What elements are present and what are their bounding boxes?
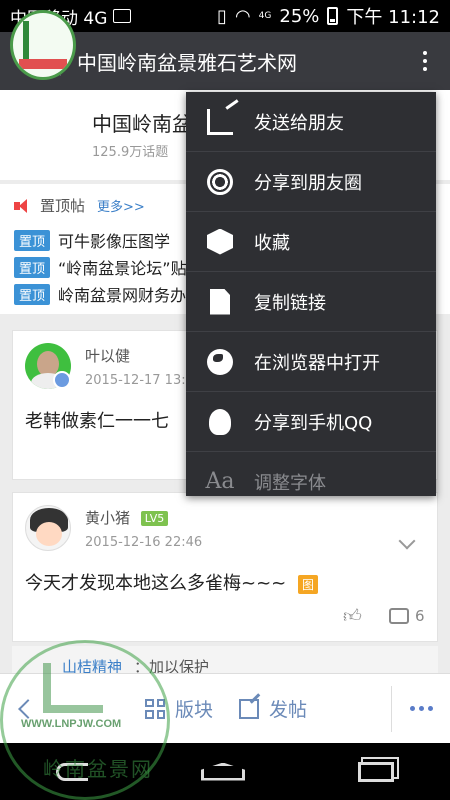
comment-icon — [389, 608, 409, 624]
globe-icon — [207, 348, 233, 375]
share-menu: 发送给朋友 分享到朋友圈 收藏 复制链接 在浏览器中打开 分享到手机QQ Aa … — [186, 92, 436, 496]
pinned-badge: 置顶 — [14, 256, 51, 278]
bottom-toolbar: 版块 发帖 — [0, 673, 450, 743]
menu-item-label: 分享到朋友圈 — [254, 172, 362, 194]
menu-item-share-qq[interactable]: 分享到手机QQ — [186, 392, 436, 452]
menu-item-label: 调整字体 — [254, 472, 326, 494]
system-nav-bar — [0, 743, 450, 800]
cube-icon — [207, 228, 233, 255]
user-badge-icon — [53, 371, 71, 389]
battery-percent: 25% — [279, 5, 320, 27]
pinned-item[interactable]: 置顶 岭南盆景网财务办 — [14, 282, 186, 306]
page-title: 中国岭南盆景雅石艺术网 — [77, 50, 297, 75]
pinned-badge: 置顶 — [14, 283, 51, 305]
pinned-item-title: “岭南盆景论坛”贴 — [58, 259, 187, 278]
qq-penguin-icon — [209, 408, 231, 435]
post-body: 今天才发现本地这么多雀梅~~~ — [25, 573, 287, 594]
more-dot-icon — [418, 706, 424, 711]
system-back-icon[interactable] — [56, 762, 89, 781]
menu-item-open-in-browser[interactable]: 在浏览器中打开 — [186, 332, 436, 392]
share-forward-icon — [207, 108, 233, 135]
sections-button[interactable]: 版块 — [145, 695, 213, 722]
font-icon: Aa — [205, 469, 235, 494]
toolbar-more-button[interactable] — [392, 706, 450, 711]
menu-item-label: 收藏 — [254, 232, 290, 254]
more-dot-icon — [423, 67, 427, 71]
menu-item-share-moments[interactable]: 分享到朋友圈 — [186, 152, 436, 212]
battery-icon — [327, 7, 339, 25]
post-author-row: 黄小猪 LV5 — [85, 507, 169, 528]
more-dot-icon — [427, 706, 433, 711]
menu-item-favorite[interactable]: 收藏 — [186, 212, 436, 272]
topic-count: 125.9万话题 — [92, 145, 169, 160]
menu-item-copy-link[interactable]: 复制链接 — [186, 272, 436, 332]
edit-icon — [239, 698, 260, 719]
forum-stats: 125.9万话题 8 — [92, 141, 195, 160]
reply-preview[interactable]: 山桔精神 ：加以保护 — [12, 646, 438, 676]
more-dot-icon — [423, 59, 427, 63]
post-body: 老韩做素仁一一七 — [25, 411, 169, 432]
pinned-item[interactable]: 置顶 可牛影像压图学 — [14, 228, 170, 252]
pinned-badge: 置顶 — [14, 229, 51, 251]
post-time: 2015-12-17 13:15 — [85, 373, 203, 388]
pinned-item-title: 岭南盆景网财务办 — [58, 286, 187, 305]
pinned-header: 置顶帖 更多>> — [14, 195, 145, 216]
document-icon — [210, 288, 230, 315]
wifi-icon: ◠ — [234, 5, 251, 27]
chevron-down-icon[interactable] — [398, 532, 416, 550]
menu-item-label: 在浏览器中打开 — [254, 352, 380, 374]
forum-logo — [10, 10, 76, 80]
post-time: 2015-12-16 22:46 — [85, 535, 203, 550]
pinned-label: 置顶帖 — [40, 197, 86, 215]
sections-label: 版块 — [175, 699, 214, 721]
menu-item-label: 分享到手机QQ — [254, 412, 373, 434]
new-post-button[interactable]: 发帖 — [239, 695, 307, 722]
avatar-face-icon — [36, 522, 62, 546]
more-options-button[interactable] — [400, 32, 450, 90]
post-body-row: 今天才发现本地这么多雀梅~~~ 图 — [25, 569, 318, 595]
aperture-icon — [207, 168, 233, 195]
comment-count: 6 — [415, 607, 425, 625]
chevron-left-icon — [17, 698, 38, 719]
new-post-label: 发帖 — [269, 699, 308, 721]
menu-item-label: 复制链接 — [254, 292, 326, 314]
comment-button[interactable]: 6 — [389, 607, 425, 625]
vibrate-icon: ▯ — [217, 5, 227, 27]
image-notification-icon — [113, 9, 132, 23]
grid-icon — [145, 698, 165, 719]
menu-item-label: 发送给朋友 — [254, 112, 344, 134]
post-card[interactable]: 黄小猪 LV5 2015-12-16 22:46 今天才发现本地这么多雀梅~~~… — [12, 492, 438, 642]
menu-item-font-size[interactable]: Aa 调整字体 — [186, 452, 436, 496]
pinned-item[interactable]: 置顶 “岭南盆景论坛”贴 — [14, 255, 187, 279]
clock: 下午 11:12 — [346, 7, 440, 28]
system-recents-icon[interactable] — [357, 761, 394, 782]
post-author[interactable]: 叶以健 — [85, 345, 130, 366]
level-badge: LV5 — [140, 511, 169, 526]
system-home-icon[interactable] — [200, 762, 245, 781]
thumbs-up-icon: 👍︎ — [343, 606, 362, 627]
signal-label: 4G — [258, 11, 272, 21]
forum-name: 中国岭南盆 — [92, 112, 192, 136]
avatar[interactable] — [25, 505, 71, 551]
menu-item-send-to-friend[interactable]: 发送给朋友 — [186, 92, 436, 152]
pinned-item-title: 可牛影像压图学 — [58, 232, 171, 251]
pinned-more-link[interactable]: 更多>> — [97, 196, 145, 215]
speaker-icon — [14, 198, 34, 214]
back-button[interactable] — [0, 698, 55, 719]
like-button[interactable]: 👍︎ — [343, 605, 362, 627]
logo-ribbon-icon — [19, 59, 67, 69]
more-dot-icon — [423, 51, 427, 55]
post-author[interactable]: 黄小猪 — [85, 509, 130, 527]
image-badge: 图 — [297, 574, 318, 594]
more-dot-icon — [409, 706, 415, 711]
